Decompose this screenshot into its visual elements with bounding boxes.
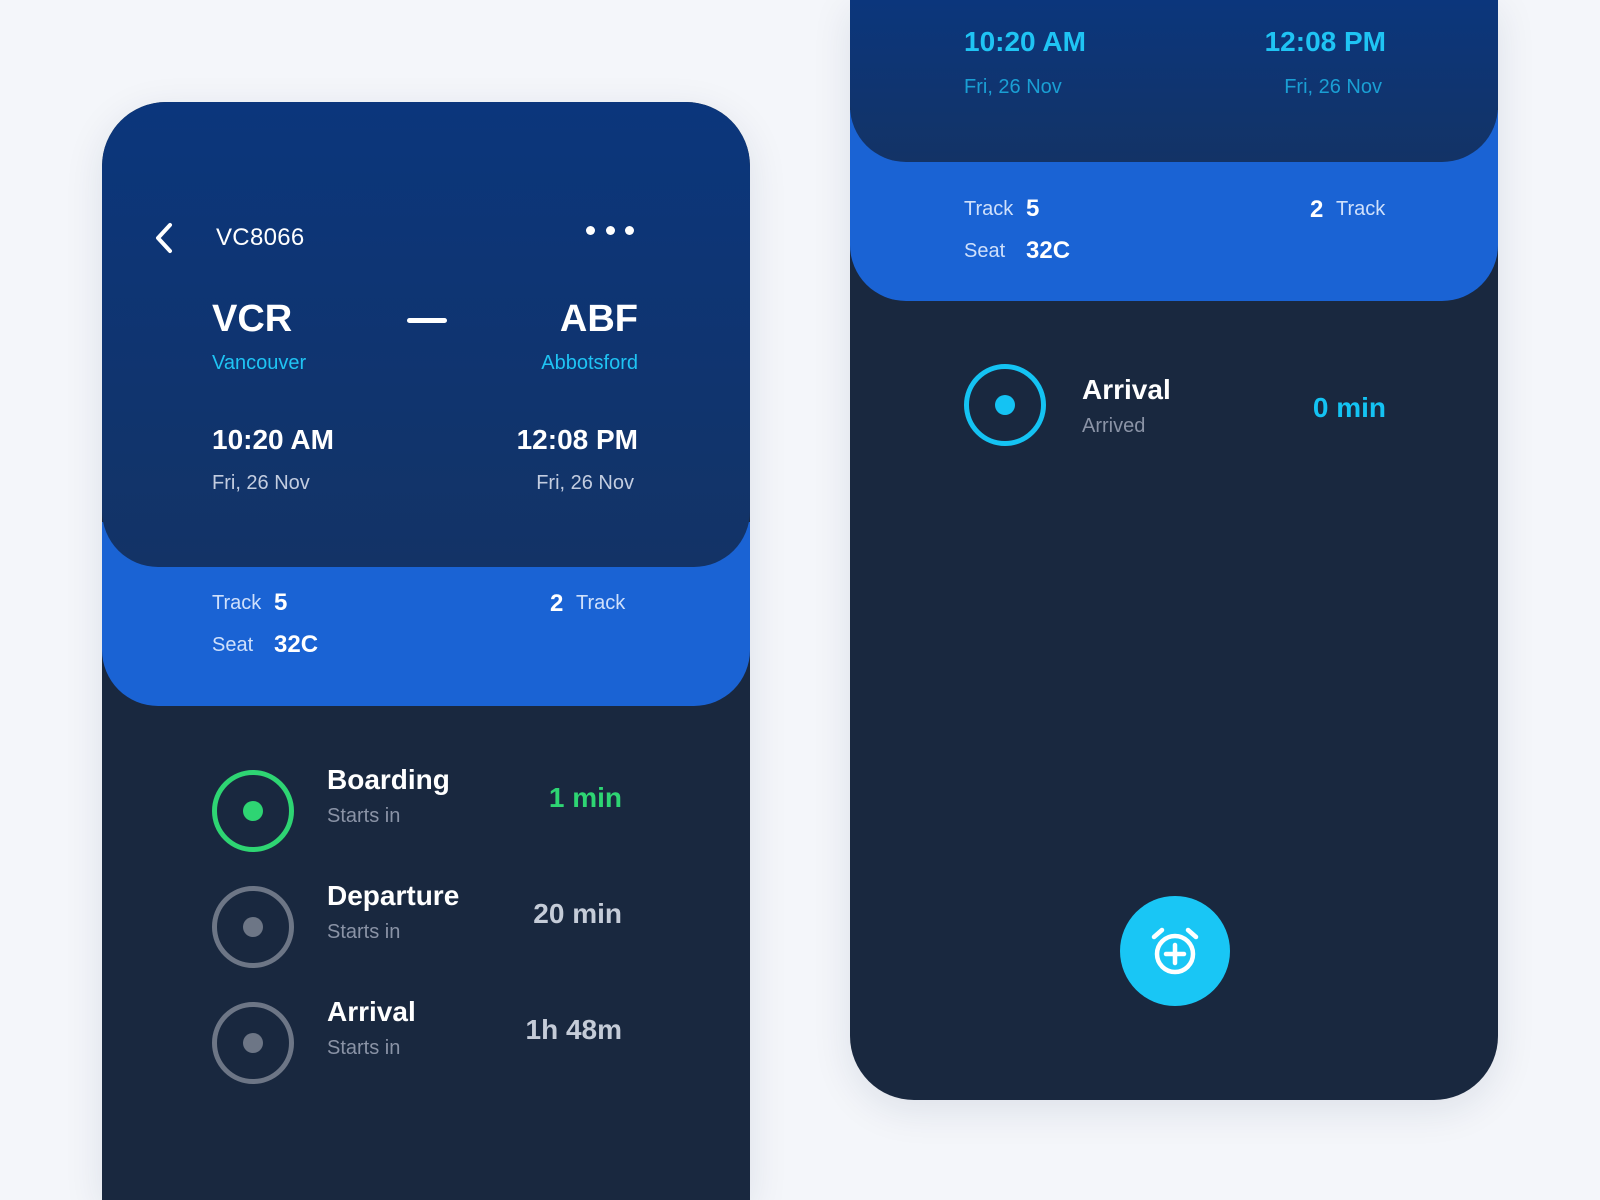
right-track-label: Track bbox=[1336, 198, 1386, 220]
track-value: 5 bbox=[1026, 195, 1040, 222]
destination-code: ABF bbox=[559, 298, 638, 340]
arrival-title: Arrival bbox=[1082, 374, 1171, 405]
arrival-time-remaining: 0 min bbox=[1312, 392, 1386, 423]
phone-screen-arrived: 10:20 AM Fri, 26 Nov 12:08 PM Fri, 26 No… bbox=[850, 0, 1498, 1100]
trip-header-collapsed: 10:20 AM Fri, 26 Nov 12:08 PM Fri, 26 No… bbox=[850, 0, 1498, 162]
route-dash bbox=[407, 318, 447, 323]
right-track-value: 2 bbox=[1310, 196, 1324, 223]
more-dots-icon bbox=[586, 225, 595, 235]
arrival-status-icon bbox=[964, 364, 1046, 446]
departure-date: Fri, 26 Nov bbox=[212, 472, 310, 494]
track-label: Track bbox=[212, 592, 262, 614]
seat-value: 32C bbox=[274, 631, 319, 658]
right-track-value: 2 bbox=[550, 590, 564, 617]
more-options-button[interactable] bbox=[586, 218, 634, 242]
boarding-status-icon bbox=[212, 770, 294, 852]
arrival-subtitle: Starts in bbox=[327, 1037, 401, 1059]
seat-value: 32C bbox=[1026, 237, 1071, 264]
departure-time: 10:20 AM bbox=[964, 26, 1086, 57]
arrival-status-icon bbox=[212, 1002, 294, 1084]
chevron-left-icon bbox=[156, 223, 172, 253]
arrival-date: Fri, 26 Nov bbox=[536, 472, 634, 494]
arrival-time: 12:08 PM bbox=[1264, 26, 1386, 57]
add-alarm-button[interactable] bbox=[1120, 896, 1230, 1006]
back-button[interactable] bbox=[148, 218, 180, 258]
boarding-time: 1 min bbox=[548, 782, 622, 813]
destination-city: Abbotsford bbox=[541, 352, 638, 374]
boarding-subtitle: Starts in bbox=[327, 805, 401, 827]
track-value: 5 bbox=[274, 589, 288, 616]
canvas: VC8066 VCR Vancouver ABF Abbotsford 10:2… bbox=[0, 0, 1600, 1200]
phone-screen-trip-status: VC8066 VCR Vancouver ABF Abbotsford 10:2… bbox=[102, 102, 750, 1200]
arrival-subtitle: Arrived bbox=[1082, 415, 1146, 437]
departure-subtitle: Starts in bbox=[327, 921, 401, 943]
right-track-label: Track bbox=[576, 592, 626, 614]
alarm-add-icon bbox=[1151, 927, 1199, 975]
flight-code: VC8066 bbox=[216, 224, 305, 251]
departure-time: 10:20 AM bbox=[212, 424, 334, 455]
departure-status-icon bbox=[212, 886, 294, 968]
origin-city: Vancouver bbox=[212, 352, 307, 374]
seat-label: Seat bbox=[212, 634, 254, 656]
arrival-time-remaining: 1h 48m bbox=[525, 1014, 623, 1045]
departure-date: Fri, 26 Nov bbox=[964, 76, 1062, 98]
origin-code: VCR bbox=[212, 298, 293, 340]
arrival-title: Arrival bbox=[327, 996, 416, 1027]
departure-time-remaining: 20 min bbox=[533, 898, 622, 929]
arrival-date: Fri, 26 Nov bbox=[1284, 76, 1382, 98]
track-label: Track bbox=[964, 198, 1014, 220]
seat-label: Seat bbox=[964, 240, 1006, 262]
arrival-time: 12:08 PM bbox=[516, 424, 638, 455]
trip-header: VC8066 VCR Vancouver ABF Abbotsford 10:2… bbox=[102, 102, 750, 567]
